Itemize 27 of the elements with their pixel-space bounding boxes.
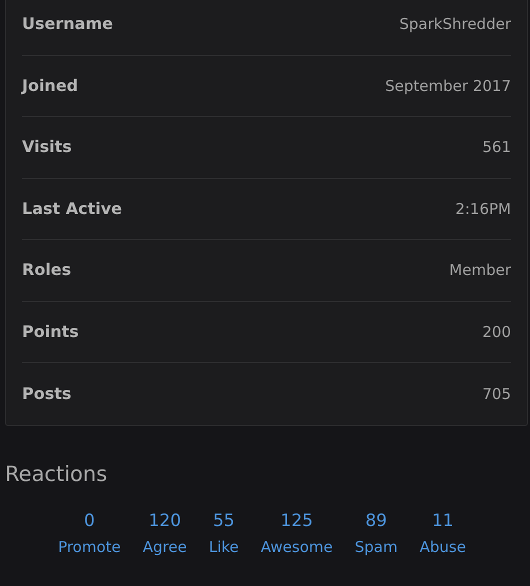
reaction-link[interactable]: Like <box>208 537 239 557</box>
field-label: Posts <box>22 382 72 405</box>
field-label: Last Active <box>22 198 122 220</box>
reaction-count: 89 <box>365 510 387 532</box>
field-label: Visits <box>22 136 72 158</box>
reaction-link[interactable]: Promote <box>58 537 121 557</box>
reaction-count: 120 <box>148 510 182 532</box>
field-label: Points <box>22 320 79 343</box>
reaction-count: 11 <box>432 510 454 532</box>
reaction-link[interactable]: Abuse <box>420 537 466 557</box>
field-value: 200 <box>482 322 511 342</box>
reaction-link[interactable]: Awesome <box>260 537 333 557</box>
field-value: Member <box>449 260 511 281</box>
field-value: September 2017 <box>385 76 511 96</box>
field-value: SparkShredder <box>399 14 511 35</box>
reaction-count: 55 <box>212 510 235 532</box>
field-value: 2:16PM <box>455 198 511 220</box>
reaction-link[interactable]: Agree <box>142 537 187 557</box>
reaction-count: 0 <box>84 510 95 532</box>
reaction-count: 125 <box>280 510 313 532</box>
field-value: 561 <box>482 137 511 158</box>
field-label: Roles <box>22 259 72 282</box>
section-heading: Reactions <box>5 460 108 488</box>
reaction-link[interactable]: Spam <box>354 537 398 557</box>
field-value: 705 <box>482 384 511 404</box>
field-label: Joined <box>22 74 78 97</box>
field-label: Username <box>22 13 113 36</box>
